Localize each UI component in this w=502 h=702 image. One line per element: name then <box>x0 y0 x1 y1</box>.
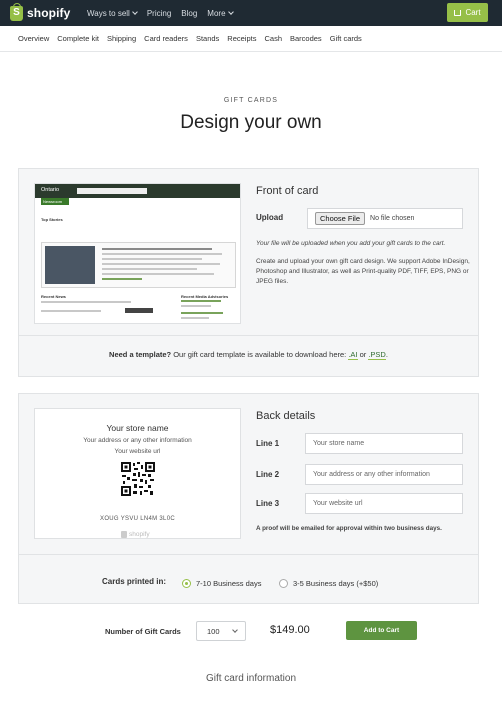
front-card-panel: Ontario Newsroom Top Stories Recent News… <box>18 168 479 377</box>
printing-option-standard[interactable]: 7-10 Business days <box>182 579 261 588</box>
preview-recent-media: Recent Media Advisories <box>181 294 229 299</box>
preview-tab: Newsroom <box>41 198 69 205</box>
quantity-label: Number of Gift Cards <box>105 627 181 636</box>
preview-header: Ontario <box>35 184 240 198</box>
template-download-row: Need a template? Our gift card template … <box>109 350 388 360</box>
card-website: Your website url <box>114 448 161 455</box>
card-logo: shopify <box>121 531 150 538</box>
page-title: Design your own <box>180 112 322 133</box>
preview-story-text <box>102 248 227 283</box>
line3-label: Line 3 <box>256 499 280 508</box>
cart-button[interactable]: Cart <box>447 3 488 22</box>
printing-label: Cards printed in: <box>102 577 167 586</box>
file-status: No file chosen <box>370 215 415 222</box>
panel-divider <box>19 554 478 555</box>
line2-label: Line 2 <box>256 470 280 479</box>
preview-search-box <box>77 188 147 194</box>
back-section-title: Back details <box>256 410 316 422</box>
psd-template-link[interactable]: .PSD <box>368 350 386 360</box>
sub-nav: Overview Complete kit Shipping Card read… <box>0 26 502 52</box>
radio-unselected-icon[interactable] <box>279 579 288 588</box>
upload-note: Your file will be uploaded when you add … <box>256 240 446 247</box>
line3-input[interactable]: Your website url <box>305 493 463 514</box>
back-card-panel: Your store name Your address or any othe… <box>18 393 479 604</box>
front-section-title: Front of card <box>256 185 319 197</box>
proof-note: A proof will be emailed for approval wit… <box>256 525 442 532</box>
qr-code-icon <box>121 462 155 496</box>
chevron-down-icon <box>232 627 238 633</box>
preview-site-name: Ontario <box>41 187 60 193</box>
back-card-preview: Your store name Your address or any othe… <box>34 408 241 539</box>
nav-ways-to-sell[interactable]: Ways to sell <box>87 9 138 18</box>
upload-help-text: Create and upload your own gift card des… <box>256 258 470 286</box>
line2-input[interactable]: Your address or any other information <box>305 464 463 485</box>
choose-file-button[interactable]: Choose File <box>315 212 366 225</box>
front-card-preview: Ontario Newsroom Top Stories Recent News… <box>34 183 241 324</box>
subnav-barcodes[interactable]: Barcodes <box>290 34 322 43</box>
quantity-select[interactable]: 100 <box>196 621 246 641</box>
primary-nav: Ways to sell Pricing Blog More <box>87 0 243 26</box>
card-code: XOUG YSVU LN4M 3L0C <box>100 516 175 522</box>
price: $149.00 <box>270 624 310 636</box>
section-eyebrow: GIFT CARDS <box>223 97 279 104</box>
chevron-down-icon <box>131 9 138 15</box>
nav-more[interactable]: More <box>207 9 234 18</box>
card-store-name: Your store name <box>106 423 169 433</box>
panel-divider <box>19 335 478 336</box>
subnav-stands[interactable]: Stands <box>196 34 219 43</box>
card-address: Your address or any other information <box>83 437 192 444</box>
logo-text: shopify <box>27 6 71 20</box>
preview-recent-news: Recent News <box>41 294 66 299</box>
subnav-overview[interactable]: Overview <box>18 34 49 43</box>
subnav-card-readers[interactable]: Card readers <box>144 34 188 43</box>
add-to-cart-button[interactable]: Add to Cart <box>346 621 417 640</box>
subnav-receipts[interactable]: Receipts <box>227 34 256 43</box>
top-nav-bar: S shopify Ways to sell Pricing Blog More… <box>0 0 502 26</box>
preview-story-box <box>41 242 236 288</box>
upload-label: Upload <box>256 213 284 222</box>
nav-pricing[interactable]: Pricing <box>147 9 171 18</box>
subnav-complete-kit[interactable]: Complete kit <box>57 34 99 43</box>
gift-card-info-heading: Gift card information <box>205 673 297 684</box>
shopping-bag-icon: S <box>10 2 23 21</box>
shopify-logo[interactable]: S shopify <box>10 2 71 22</box>
subnav-gift-cards[interactable]: Gift cards <box>330 34 362 43</box>
preview-top-stories: Top Stories <box>41 217 63 222</box>
subnav-shipping[interactable]: Shipping <box>107 34 136 43</box>
cart-icon <box>454 9 462 16</box>
nav-blog[interactable]: Blog <box>181 9 197 18</box>
line1-input[interactable]: Your store name <box>305 433 463 454</box>
subnav-cash[interactable]: Cash <box>264 34 282 43</box>
radio-selected-icon[interactable] <box>182 579 191 588</box>
ai-template-link[interactable]: .AI <box>348 350 358 360</box>
preview-photo <box>45 246 95 284</box>
line1-label: Line 1 <box>256 439 280 448</box>
file-upload-input[interactable]: Choose File No file chosen <box>307 208 463 229</box>
printing-option-rush[interactable]: 3-5 Business days (+$50) <box>279 579 378 588</box>
chevron-down-icon <box>227 9 234 15</box>
shopping-bag-icon <box>121 531 127 538</box>
